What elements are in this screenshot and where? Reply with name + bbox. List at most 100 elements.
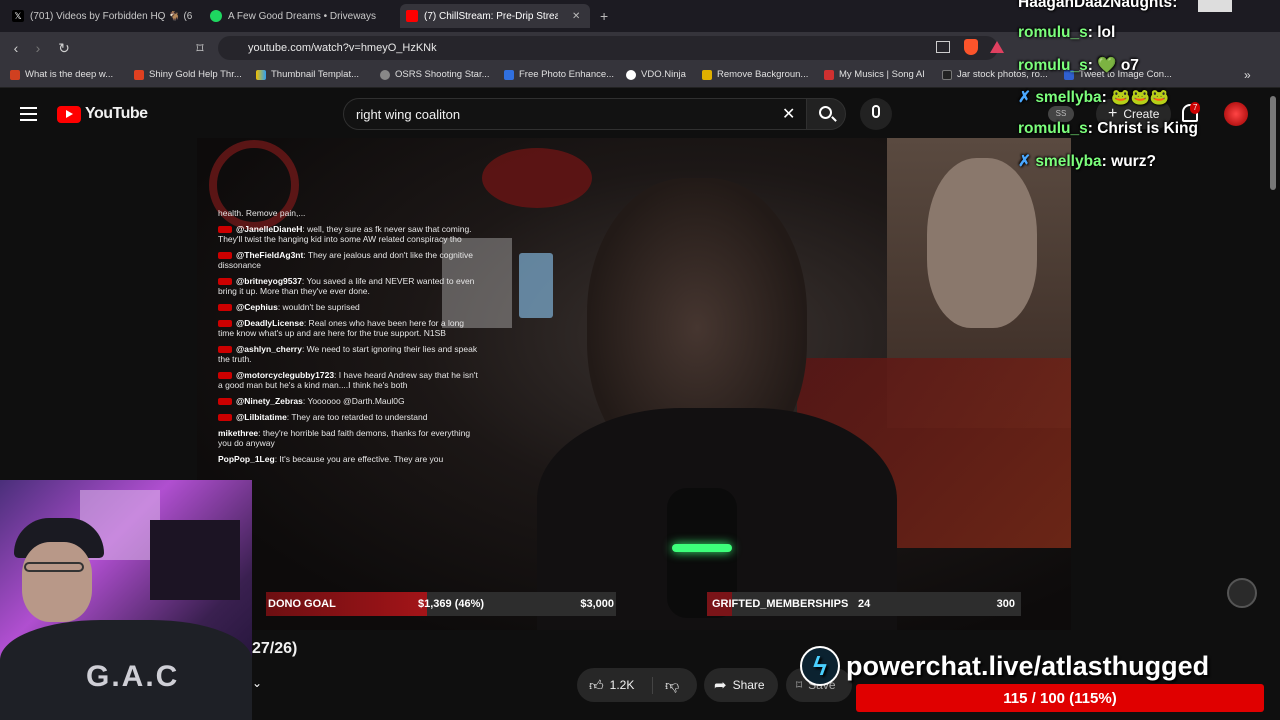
forward-icon[interactable]: › [30,40,46,56]
thumbs-down-icon: 👎︎ [665,676,680,693]
chat-line: @TheFieldAg3nt: They are jealous and don… [218,250,474,270]
bookmark-item[interactable]: VDO.Ninja [626,69,686,80]
like-dislike-group: 👍︎ 1.2K 👎︎ [577,668,697,702]
tab-label: (7) ChillStream: Pre-Drip Stream [424,10,558,22]
bookmark-favicon-icon [702,69,712,80]
bookmark-item[interactable]: Shiny Gold Help Thr... [134,69,242,80]
thumbs-up-icon: 👍︎ [589,676,604,693]
bookmark-favicon-icon [134,69,144,80]
chat-line: PopPop_1Leg: It's because you are effect… [218,454,444,464]
stream-chat-overlay: health. Remove pain,... @JanelleDianeH: … [218,208,480,470]
emote-image [1198,0,1232,12]
page-scrollbar[interactable] [1270,96,1276,190]
bookmark-item[interactable]: Remove Backgroun... [702,69,808,80]
chat-line: @JanelleDianeH: well, they sure as fk ne… [218,224,472,244]
bookmark-favicon-icon [824,69,834,80]
membership-goal-current: 24 [858,598,871,610]
sword-icon: ✗ [1018,153,1031,170]
poster-face-shape [927,158,1037,328]
background-shelf-shape [150,520,240,600]
overlay-chat-line: romulu_s: lol [1018,24,1116,41]
member-badge-icon [218,346,232,354]
brave-rewards-icon[interactable] [990,41,1004,53]
avatar[interactable] [1224,102,1248,126]
voice-search-button[interactable] [860,98,892,130]
chat-line: health. Remove pain,... [218,208,306,218]
cast-icon[interactable] [936,41,950,53]
bookmark-item[interactable]: My Musics | Song AI [824,69,925,80]
chat-line: @britneyog9537: You saved a life and NEV… [218,276,475,296]
overlay-chat-line: romulu_s: 💚 o7 [1018,57,1139,74]
url-text: youtube.com/watch?v=hmeyO_HzKNk [248,42,437,54]
bookmark-item[interactable]: What is the deep w... [10,69,113,80]
chat-line: mikethree: they're horrible bad faith de… [218,428,471,448]
bookmark-item[interactable]: Free Photo Enhance... [504,69,614,80]
close-tab-icon[interactable]: ✕ [572,11,580,22]
donation-goal-label: DONO GOAL [268,598,336,610]
member-badge-icon [218,320,232,328]
share-icon: ➦ [714,677,727,694]
tab-label: (701) Videos by Forbidden HQ 🐐 (6 [30,10,192,22]
member-badge-icon [218,372,232,380]
sword-icon: ✗ [1018,89,1031,106]
bookmark-favicon-icon [256,69,266,80]
chat-line: @Cephius: wouldn't be suprised [218,302,480,312]
channel-watermark-icon [1227,578,1257,608]
overlay-chat-line: HaaganDaazNaughts: [1018,0,1178,11]
like-button[interactable]: 👍︎ 1.2K [577,676,653,694]
chat-line: @DeadlyLicense: Real ones who have been … [218,318,465,338]
overlay-chat-line: romulu_s: Christ is King [1018,120,1198,137]
back-icon[interactable]: ‹ [8,40,24,56]
webcam-overlay: G.A.C [0,480,252,720]
neon-sign-shape [482,148,592,208]
brave-shield-icon[interactable] [964,39,978,55]
member-badge-icon [218,226,232,234]
video-title: 27/26) [252,640,298,657]
member-badge-icon [218,414,232,422]
reload-icon[interactable]: ↻ [56,40,72,56]
member-badge-icon [218,304,232,312]
bookmark-favicon-icon [626,69,636,80]
membership-goal-label: GRIFTED_MEMBERSHIPS [712,598,849,610]
donation-goal-current: $1,369 (46%) [418,598,485,610]
tab-spotify[interactable]: A Few Good Dreams • Driveways [204,4,396,28]
youtube-play-icon [57,105,81,123]
overlay-chat-line: ✗ smellyba: 🐸🐸🐸 [1018,89,1170,106]
donation-goal-bar: DONO GOAL $1,369 (46%) $3,000 [266,592,616,616]
membership-goal-target: 300 [996,598,1015,610]
tab-x[interactable]: 𝕏 (701) Videos by Forbidden HQ 🐐 (6 [6,4,198,28]
x-icon: 𝕏 [12,10,24,22]
youtube-logo[interactable]: YouTube [57,105,148,123]
chat-line: @motorcyclegubby1723: I have heard Andre… [218,370,478,390]
bookmark-icon[interactable]: ⌑ [192,40,208,56]
more-bookmarks-icon[interactable]: » [1244,68,1251,82]
chat-line: @Lilbitatime: They are too retarded to u… [218,412,480,422]
glasses-shape [24,562,84,572]
notification-count: 7 [1190,102,1201,114]
share-button[interactable]: ➦ Share [704,668,778,702]
url-bar[interactable]: youtube.com/watch?v=hmeyO_HzKNk [218,36,998,60]
menu-icon[interactable] [20,107,37,121]
clear-search-icon[interactable]: ✕ [782,104,795,124]
hoodie-text: G.A.C [86,660,180,693]
expand-chevron-icon[interactable]: ⌄ [252,676,262,690]
cup-shape [519,253,553,318]
dislike-button[interactable]: 👎︎ [653,677,679,694]
mic-light-shape [672,544,732,552]
tab-youtube[interactable]: (7) ChillStream: Pre-Drip Stream ✕ [400,4,590,28]
bookmark-item[interactable]: Thumbnail Templat... [256,69,359,80]
new-tab-icon[interactable]: + [600,8,608,24]
search-button[interactable] [806,98,846,130]
search-input[interactable]: right wing coaliton [343,98,809,130]
spotify-icon [210,10,222,22]
chat-line: @Ninety_Zebras: Yoooooo @Darth.Maul0G [218,396,480,406]
bookmark-favicon-icon [380,69,390,80]
member-badge-icon [218,278,232,286]
donation-goal-target: $3,000 [580,598,614,610]
bookmark-item[interactable]: OSRS Shooting Star... [380,69,490,80]
youtube-icon [406,10,418,22]
tab-label: A Few Good Dreams • Driveways [228,10,376,22]
powerchat-goal-bar: 115 / 100 (115%) [856,684,1264,712]
bookmark-favicon-icon [942,69,952,80]
chat-line: @ashlyn_cherry: We need to start ignorin… [218,344,478,364]
